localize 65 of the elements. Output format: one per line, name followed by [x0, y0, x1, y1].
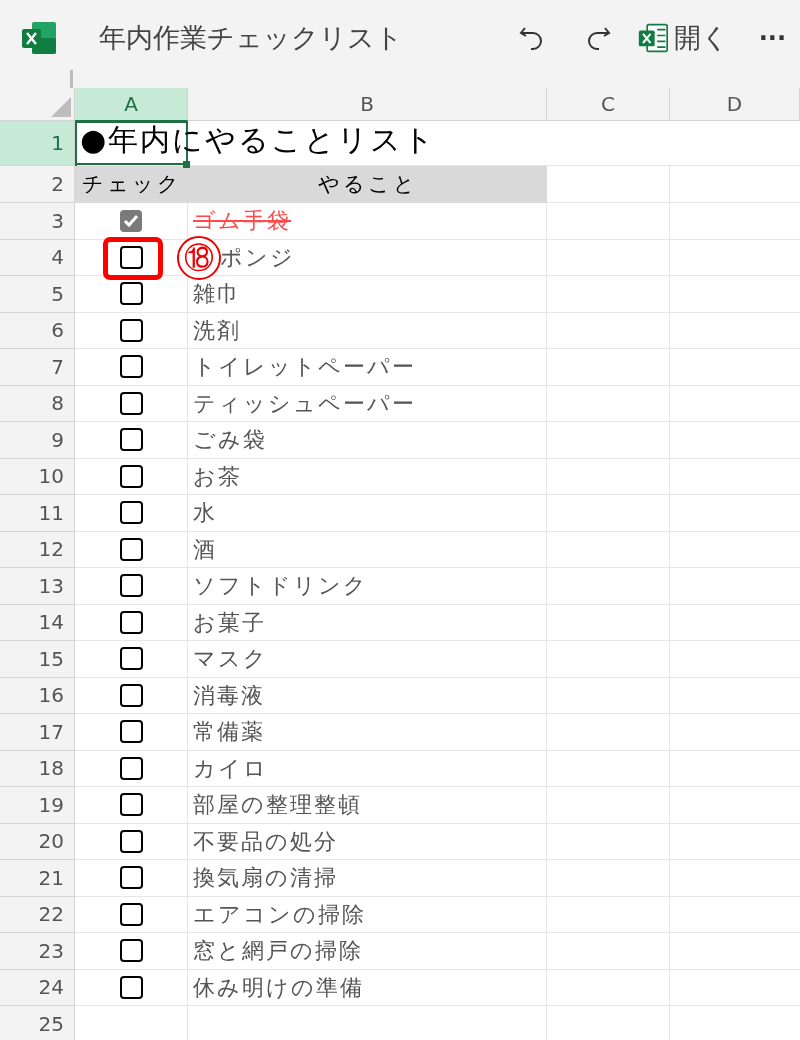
column-header[interactable]: B [188, 88, 547, 121]
checkbox[interactable] [119, 464, 143, 488]
task-text: 水 [193, 499, 217, 528]
checkbox[interactable] [119, 282, 143, 306]
task-text: 換気扇の清掃 [193, 864, 338, 893]
column-header[interactable]: A [75, 88, 188, 121]
checkbox[interactable] [119, 318, 143, 342]
row-number[interactable]: 3 [51, 205, 64, 236]
task-text: ポンジ [220, 243, 295, 272]
checkbox[interactable] [119, 610, 143, 634]
fill-handle[interactable] [183, 161, 190, 168]
step-number-callout: ⑱ [177, 235, 221, 280]
checkbox[interactable] [119, 501, 143, 525]
checkbox[interactable] [119, 355, 143, 379]
task-text: 休み明けの準備 [193, 973, 364, 1002]
checkbox[interactable] [119, 647, 143, 671]
task-text: お菓子 [193, 608, 266, 637]
row-number[interactable]: 4 [51, 242, 64, 273]
row-number[interactable]: 6 [51, 315, 64, 346]
row-number[interactable]: 5 [51, 278, 64, 309]
task-text: 常備薬 [193, 718, 265, 747]
open-button[interactable]: 開く [635, 20, 729, 56]
row-number[interactable]: 7 [51, 351, 64, 382]
row-number[interactable]: 1 [51, 128, 64, 158]
checkbox[interactable] [119, 245, 143, 269]
checkbox[interactable] [119, 975, 143, 999]
checkbox[interactable] [119, 939, 143, 963]
task-text: トイレットペーパー [193, 353, 416, 382]
task-text: ごみ袋 [193, 426, 267, 455]
task-text: 消毒液 [193, 681, 265, 710]
task-text: お茶 [193, 462, 242, 491]
column-header[interactable]: C [547, 88, 670, 121]
checkbox[interactable] [119, 866, 143, 890]
task-text: ティッシュペーパー [193, 389, 416, 418]
column-header[interactable]: D [670, 88, 800, 121]
checkbox[interactable] [119, 793, 143, 817]
checkbox[interactable] [119, 574, 143, 598]
task-text: 部屋の整理整頓 [193, 791, 362, 820]
task-text: マスク [193, 645, 268, 674]
checkbox[interactable] [119, 428, 143, 452]
checked-checkbox[interactable] [119, 208, 143, 233]
task-text: 窓と網戸の掃除 [193, 937, 363, 966]
column-heading: チェック [81, 170, 182, 198]
more-button[interactable]: ··· [758, 20, 786, 56]
column-heading: やること [317, 170, 418, 198]
checkbox[interactable] [119, 902, 143, 926]
task-text: カイロ [193, 754, 268, 783]
checkbox[interactable] [119, 756, 143, 780]
row-number[interactable]: 2 [51, 169, 64, 199]
row-number[interactable]: 9 [51, 424, 64, 455]
task-text: 洗剤 [193, 316, 241, 345]
checkbox[interactable] [119, 720, 143, 744]
task-text: 雑巾 [193, 280, 241, 309]
task-text: 不要品の処分 [193, 827, 338, 856]
row-number[interactable]: 8 [51, 388, 64, 419]
task-text: ソフトドリンク [193, 572, 368, 601]
task-text: エアコンの掃除 [193, 900, 366, 929]
checkbox[interactable] [119, 683, 143, 707]
checkbox[interactable] [119, 537, 143, 561]
checkbox[interactable] [119, 391, 143, 415]
app-logo-icon [19, 20, 58, 56]
checkbox[interactable] [119, 829, 143, 853]
task-text: ゴム手袋 [193, 207, 291, 236]
workbook-title: 年内作業チェックリスト [99, 21, 404, 55]
task-text: 酒 [193, 535, 217, 564]
